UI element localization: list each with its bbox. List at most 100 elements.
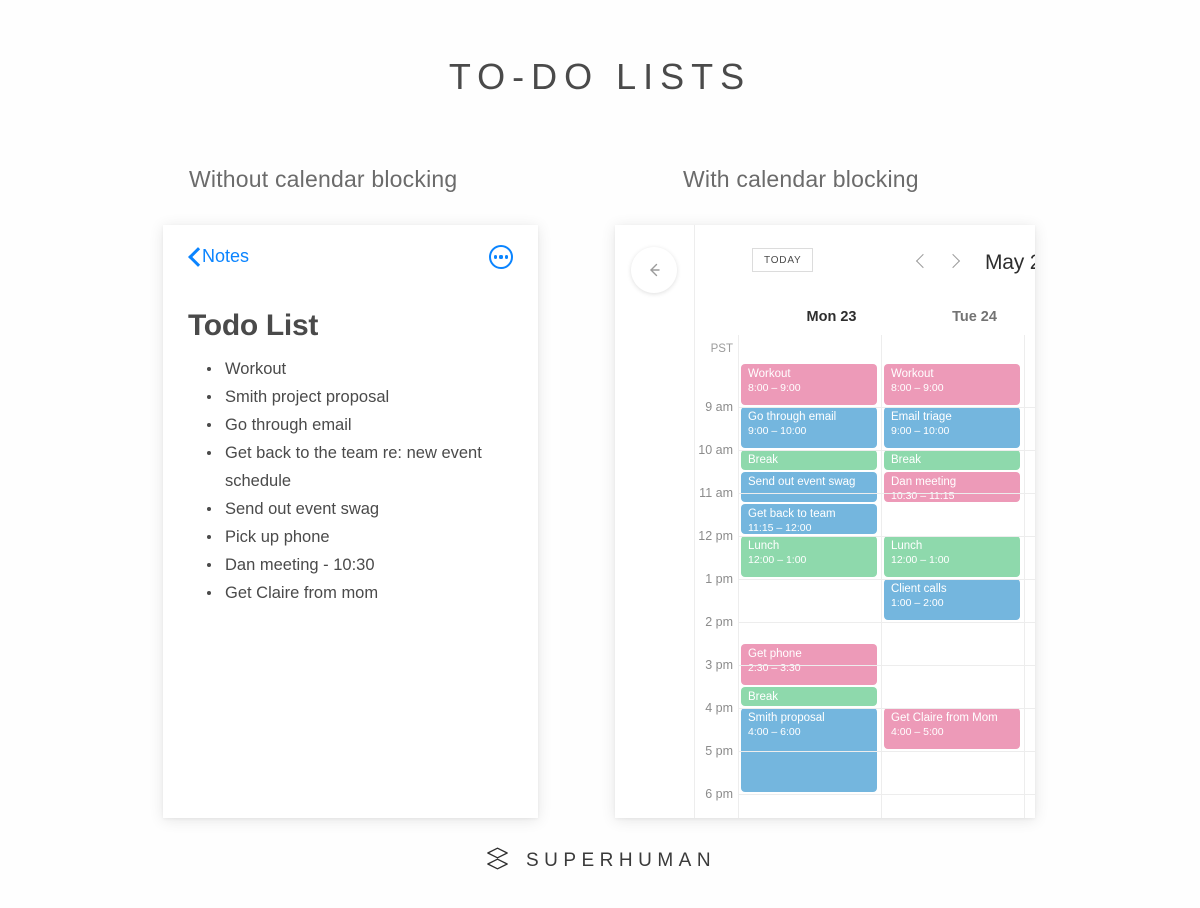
event-time: 9:00 – 10:00 bbox=[891, 425, 950, 437]
event-title: Go through email bbox=[748, 411, 837, 423]
event-time: 9:00 – 10:00 bbox=[748, 425, 807, 437]
hour-gridline bbox=[738, 665, 1035, 666]
today-button[interactable]: TODAY bbox=[752, 248, 813, 272]
hour-gridline bbox=[738, 450, 1035, 451]
chevron-left-icon[interactable] bbox=[913, 252, 931, 270]
event-title: Get back to team bbox=[748, 507, 836, 520]
back-to-notes-label: Notes bbox=[202, 246, 250, 266]
calendar-event[interactable]: Dan meeting 10:30 – 11:15 bbox=[884, 471, 1020, 502]
calendar-event[interactable]: Workout 8:00 – 9:00 bbox=[884, 364, 1020, 405]
event-title: Dan meeting bbox=[891, 475, 957, 488]
calendar-event[interactable]: Lunch 12:00 – 1:00 bbox=[884, 536, 1020, 577]
event-time: 1:00 – 2:00 bbox=[891, 597, 944, 609]
list-item[interactable]: Get back to the team re: new event sched… bbox=[205, 439, 505, 495]
calendar-event[interactable]: Client calls 1:00 – 2:00 bbox=[884, 579, 1020, 620]
event-time: 12:00 – 1:00 bbox=[891, 554, 950, 566]
calendar-event[interactable]: Send out event swag bbox=[741, 471, 877, 502]
hour-label: 5 pm bbox=[705, 744, 733, 758]
list-item[interactable]: Smith project proposal bbox=[205, 383, 505, 411]
event-title: Get phone bbox=[748, 647, 802, 660]
event-time: 12:00 – 1:00 bbox=[748, 554, 807, 566]
event-title: Lunch bbox=[891, 540, 923, 552]
event-title: Workout bbox=[748, 368, 791, 380]
event-title: Email triage bbox=[891, 411, 952, 423]
back-to-notes-button[interactable]: Notes bbox=[188, 246, 249, 267]
calendar-event[interactable]: Get back to team 11:15 – 12:00 bbox=[741, 503, 877, 534]
event-title: Break bbox=[748, 454, 779, 466]
month-label: May 2022 bbox=[985, 251, 1035, 274]
more-circle-icon[interactable] bbox=[489, 245, 513, 269]
calendar-grid: PST 9 am 10 am 11 am 12 pm 1 pm 2 pm 3 pm 4 pm 5… bbox=[695, 335, 1035, 818]
calendar-event[interactable]: Break bbox=[741, 450, 877, 470]
notes-app-panel: Notes Todo List Workout Smith project pro… bbox=[163, 225, 538, 818]
event-title: Workout bbox=[891, 368, 934, 380]
timezone-label: PST bbox=[710, 343, 733, 355]
hour-gridline bbox=[738, 407, 1035, 408]
hour-gridline bbox=[738, 536, 1035, 537]
day-header-tue[interactable]: Tue 24 bbox=[903, 309, 1035, 325]
more-dot bbox=[493, 255, 497, 259]
event-title: Break bbox=[891, 454, 922, 466]
hour-gridline bbox=[738, 622, 1035, 623]
calendar-event[interactable]: Go through email 9:00 – 10:00 bbox=[741, 407, 877, 448]
list-item[interactable]: Dan meeting - 10:30 bbox=[205, 551, 505, 579]
hour-gridline bbox=[738, 579, 1035, 580]
list-item[interactable]: Send out event swag bbox=[205, 495, 505, 523]
todo-list: Workout Smith project proposal Go through … bbox=[205, 355, 505, 607]
calendar-header: TODAY May 2022 bbox=[695, 225, 1035, 291]
event-title: Break bbox=[748, 690, 779, 703]
list-item[interactable]: Workout bbox=[205, 355, 505, 383]
caption-without-blocking: Without calendar blocking bbox=[189, 166, 458, 192]
footer-logo: SUPERHUMAN bbox=[0, 845, 1200, 877]
hour-label: 6 pm bbox=[705, 787, 733, 801]
day-header-mon[interactable]: Mon 23 bbox=[760, 309, 903, 325]
calendar-event[interactable]: Lunch 12:00 – 1:00 bbox=[741, 536, 877, 577]
event-time: 8:00 – 9:00 bbox=[748, 382, 801, 394]
notes-toolbar: Notes bbox=[163, 225, 538, 297]
hour-label: 9 am bbox=[705, 400, 733, 414]
event-time: 8:00 – 9:00 bbox=[891, 382, 944, 394]
event-title: Lunch bbox=[748, 540, 780, 552]
chevron-right-icon[interactable] bbox=[943, 252, 961, 270]
list-item[interactable]: Pick up phone bbox=[205, 523, 505, 551]
page-root: TO-DO LISTS Without calendar blocking Wi… bbox=[0, 0, 1200, 908]
calendar-event[interactable]: Get Claire from Mom 4:00 – 5:00 bbox=[884, 708, 1020, 749]
arrow-left-icon[interactable] bbox=[631, 247, 677, 293]
calendar-event[interactable]: Email triage 9:00 – 10:00 bbox=[884, 407, 1020, 448]
calendar-event[interactable]: Smith proposal 4:00 – 6:00 bbox=[741, 708, 877, 792]
chevron-left-icon bbox=[188, 247, 199, 266]
superhuman-diamonds-icon bbox=[484, 845, 511, 877]
hour-label: 3 pm bbox=[705, 658, 733, 672]
list-item[interactable]: Get Claire from mom bbox=[205, 579, 505, 607]
event-title: Send out event swag bbox=[748, 475, 856, 488]
more-dot bbox=[499, 255, 503, 259]
calendar-event[interactable]: Break bbox=[884, 450, 1020, 470]
hour-gridline bbox=[738, 708, 1035, 709]
more-dot bbox=[505, 255, 509, 259]
hour-gridline bbox=[738, 794, 1035, 795]
event-time: 4:00 – 6:00 bbox=[748, 726, 801, 738]
hour-gridline bbox=[738, 751, 1035, 752]
hour-label: 12 pm bbox=[698, 529, 733, 543]
note-title: Todo List bbox=[188, 309, 319, 342]
calendar-event[interactable]: Workout 8:00 – 9:00 bbox=[741, 364, 877, 405]
event-title: Client calls bbox=[891, 583, 947, 595]
event-title: Smith proposal bbox=[748, 712, 825, 724]
hour-gridline bbox=[738, 493, 1035, 494]
hour-label: 1 pm bbox=[705, 572, 733, 586]
event-time: 2:30 – 3:30 bbox=[748, 661, 801, 674]
page-title: TO-DO LISTS bbox=[448, 56, 752, 97]
list-item[interactable]: Go through email bbox=[205, 411, 505, 439]
event-time: 11:15 – 12:00 bbox=[748, 521, 812, 534]
hour-label: 4 pm bbox=[705, 701, 733, 715]
calendar-event[interactable]: Get phone 2:30 – 3:30 bbox=[741, 643, 877, 685]
calendar-event[interactable]: Break bbox=[741, 686, 877, 706]
caption-with-blocking: With calendar blocking bbox=[683, 166, 919, 192]
hour-label: 11 am bbox=[699, 486, 733, 500]
superhuman-wordmark: SUPERHUMAN bbox=[525, 850, 717, 871]
calendar-main: TODAY May 2022 Mon 23 Tue 24 PST 9 am 10 … bbox=[695, 225, 1035, 818]
event-title: Get Claire from Mom bbox=[891, 712, 998, 724]
event-time: 10:30 – 11:15 bbox=[891, 489, 955, 502]
time-gutter: PST 9 am 10 am 11 am 12 pm 1 pm 2 pm 3 pm 4 pm 5… bbox=[695, 335, 738, 818]
event-time: 4:00 – 5:00 bbox=[891, 726, 944, 738]
